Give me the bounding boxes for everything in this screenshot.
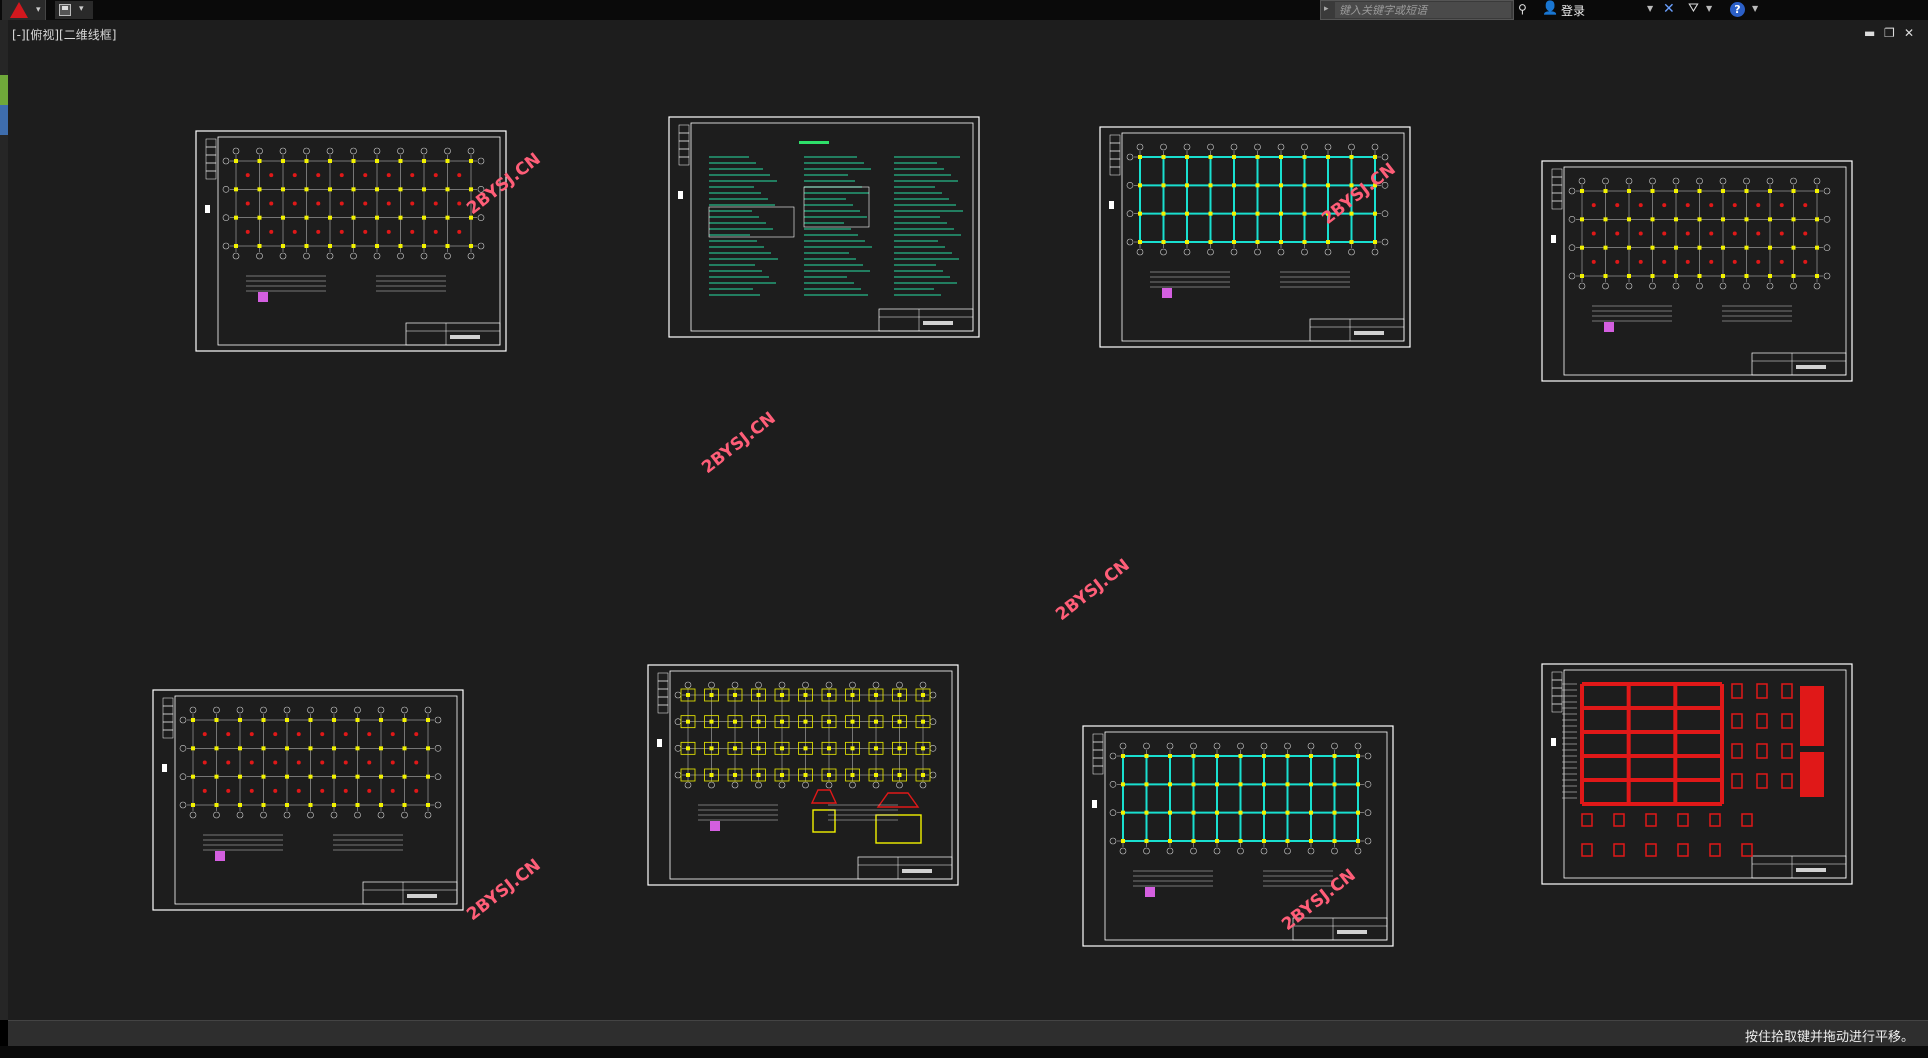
user-icon[interactable]: 👤 — [1542, 1, 1558, 16]
sheet-design-notes[interactable] — [668, 116, 980, 338]
watermark-text: 2BYSJ.CN — [463, 149, 545, 219]
expand-arrow-icon[interactable]: ▸ — [1324, 4, 1329, 14]
palette-tab[interactable] — [0, 75, 8, 105]
chevron-down-icon[interactable]: ▾ — [79, 4, 84, 14]
autocad-logo-icon — [10, 2, 28, 18]
model-space-canvas[interactable]: [-][俯视][二维线框] ▬ ❐ ✕ 2BYSJ.CN 2BYSJ.CN 2BYS… — [8, 20, 1928, 1020]
command-prompt-text: 按住拾取键并拖动进行平移。 — [1744, 1030, 1914, 1045]
sheet-beam-plan-2[interactable] — [1082, 725, 1394, 947]
window-bottom-edge — [0, 1046, 1928, 1058]
x-exchange-icon[interactable]: ✕ — [1663, 1, 1675, 17]
chevron-down-icon: ▾ — [36, 5, 41, 15]
chevron-down-icon[interactable]: ▼ — [1752, 4, 1758, 13]
sheet-foundation-plan[interactable] — [647, 664, 959, 886]
chevron-down-icon[interactable]: ▼ — [1647, 4, 1653, 13]
title-bar: ▾ ▾ ▸ ⚲ 👤 登录 ▼ ✕ ⛛ ▼ ? ▼ — [0, 0, 1928, 20]
quick-access-toolbar[interactable]: ▾ — [55, 1, 93, 19]
a360-icon[interactable]: ⛛ — [1688, 1, 1699, 16]
sheet-floor-plan-1[interactable] — [195, 130, 507, 352]
binoculars-icon[interactable]: ⚲ — [1518, 2, 1527, 16]
watermark-text: 2BYSJ.CN — [1278, 865, 1360, 935]
drawing-sheets: 2BYSJ.CN 2BYSJ.CN 2BYSJ.CN 2BYSJ.CN 2BYSJ.CN… — [152, 116, 1853, 947]
watermark-text: 2BYSJ.CN — [1318, 159, 1400, 229]
left-palette-strip — [0, 20, 8, 1020]
search-input[interactable] — [1335, 2, 1511, 18]
chevron-down-icon[interactable]: ▼ — [1706, 4, 1712, 13]
help-icon[interactable]: ? — [1730, 2, 1745, 17]
watermark-text: 2BYSJ.CN — [698, 408, 780, 478]
application-menu-button[interactable]: ▾ — [2, 0, 46, 20]
sheet-floor-plan-2[interactable] — [1541, 160, 1853, 382]
palette-tab[interactable] — [0, 105, 8, 135]
save-icon[interactable] — [59, 4, 71, 16]
login-button[interactable]: 登录 — [1561, 2, 1585, 19]
sheet-frame-section[interactable] — [1541, 663, 1853, 885]
watermark-text: 2BYSJ.CN — [1052, 555, 1134, 625]
status-bar: 按住拾取键并拖动进行平移。 — [8, 1020, 1928, 1046]
infocenter-search: ▸ — [1320, 0, 1514, 20]
sheet-beam-plan-1[interactable] — [1099, 126, 1411, 348]
watermark-text: 2BYSJ.CN — [463, 855, 545, 925]
sheet-floor-plan-3[interactable] — [152, 689, 464, 911]
